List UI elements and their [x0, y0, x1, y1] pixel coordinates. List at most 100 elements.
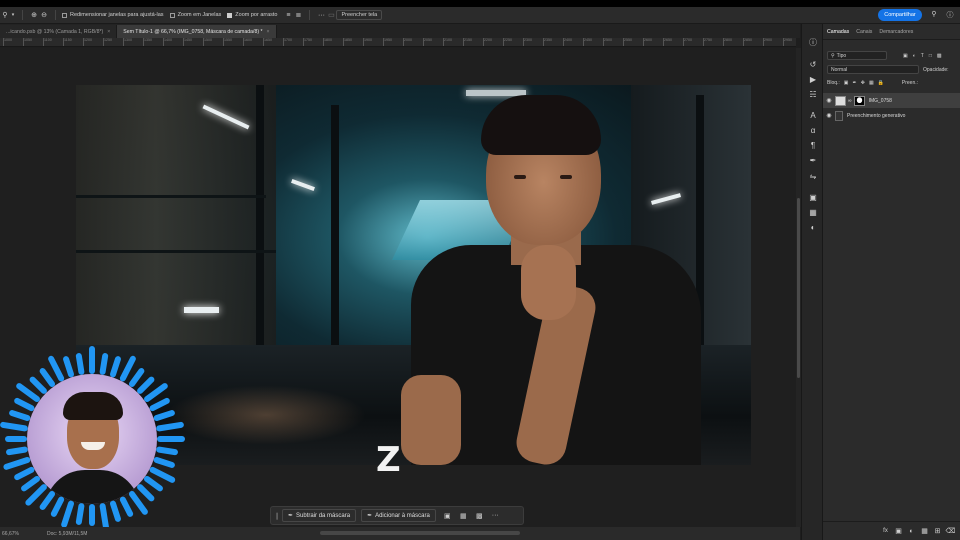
filter-shape-icon[interactable]: □ — [929, 53, 932, 59]
filter-adjust-icon[interactable]: ◐ — [913, 53, 916, 59]
filter-smart-icon[interactable]: ▩ — [937, 53, 942, 59]
chevron-down-icon[interactable]: ▾ — [10, 10, 16, 20]
document-tabs: ...icando.psb @ 13% (Camada 1, RGB/8*) ×… — [0, 24, 800, 38]
separator — [22, 10, 23, 20]
scrubby-zoom-checkbox[interactable]: Zoom por arrasto — [227, 12, 277, 18]
ruler-tick: 1600 — [243, 38, 252, 46]
tab-document-1[interactable]: ...icando.psb @ 13% (Camada 1, RGB/8*) × — [0, 25, 118, 38]
visibility-eye-icon[interactable]: ◉ — [823, 112, 835, 119]
brush-settings-icon[interactable]: ✒ — [807, 155, 819, 167]
libraries-icon[interactable]: ▣ — [807, 192, 819, 204]
art-column — [331, 105, 339, 365]
checkbox-box-checked[interactable] — [227, 12, 233, 18]
ruler-tick: 1650 — [263, 38, 272, 46]
mask-invert-icon[interactable]: ▣ — [441, 509, 454, 522]
ring-bar — [153, 457, 175, 468]
person-subject — [381, 85, 751, 465]
share-button[interactable]: Compartilhar — [878, 9, 922, 21]
image-icon[interactable]: ▦ — [807, 207, 819, 219]
visibility-eye-icon[interactable]: ◉ — [823, 97, 835, 104]
info-icon[interactable]: ⓘ — [807, 37, 819, 49]
ruler-tick: 1150 — [63, 38, 72, 46]
link-icon[interactable]: ∞ — [848, 98, 852, 104]
play-icon[interactable]: ▶ — [807, 74, 819, 86]
filter-type-icon[interactable]: T — [921, 53, 924, 59]
ruler-tick: 1700 — [283, 38, 292, 46]
lock-all-icon[interactable]: 🔒 — [878, 80, 884, 86]
mask-apply-icon[interactable]: ▩ — [473, 509, 486, 522]
zoom-level[interactable]: 66,67% — [2, 531, 19, 537]
ring-bar — [39, 368, 56, 387]
mask-feather-icon[interactable]: ▦ — [457, 509, 470, 522]
zoom-out-icon[interactable]: ⊖ — [39, 10, 49, 20]
close-icon[interactable]: × — [267, 29, 270, 35]
fill-screen-button[interactable]: Preencher tela — [336, 10, 383, 20]
lock-label: Bloq.: — [827, 80, 840, 86]
ring-bar — [149, 466, 176, 483]
lock-position-icon[interactable]: ✥ — [861, 80, 865, 86]
filter-type-select[interactable]: ⚲ Tipo — [827, 51, 887, 60]
layers-panel: Camadas Canais Demarcadores ⚲ Tipo ▣ ◐ T… — [823, 24, 960, 540]
ruler-tick: 2250 — [503, 38, 512, 46]
arrange-icon[interactable]: ▭ — [326, 10, 336, 20]
subtract-from-mask-button[interactable]: ✒ Subtrair da máscara — [282, 509, 357, 522]
more-icon[interactable]: ··· — [489, 509, 502, 522]
tab-paths[interactable]: Demarcadores — [879, 29, 913, 35]
zoom-all-windows-checkbox[interactable]: Zoom em Janelas — [169, 12, 222, 18]
tab-document-2[interactable]: Sem Título-1 @ 66,7% (IMG_0758, Máscara … — [117, 25, 277, 38]
align-icon[interactable]: ≡ — [283, 10, 293, 20]
ruler-tick: 1500 — [203, 38, 212, 46]
opacity-label: Opacidade: — [923, 66, 949, 73]
person-eye — [560, 175, 572, 179]
checkbox-box[interactable] — [169, 12, 175, 18]
tab-layers[interactable]: Camadas — [827, 29, 849, 35]
scrollbar-thumb[interactable] — [797, 198, 800, 378]
glyphs-icon[interactable]: α — [807, 125, 819, 137]
document-info[interactable]: Doc: 5,93M/11,5M — [47, 531, 87, 537]
history-icon[interactable]: ↺ — [807, 59, 819, 71]
horizontal-scrollbar-thumb[interactable] — [320, 531, 520, 535]
blend-mode-select[interactable]: Normal — [827, 65, 919, 74]
layer-mask-thumbnail[interactable] — [853, 95, 865, 106]
adjustment-layer-icon[interactable]: ◐ — [906, 528, 917, 535]
ruler-tick: 2350 — [543, 38, 552, 46]
tab-channels[interactable]: Canais — [856, 29, 872, 35]
resize-windows-checkbox[interactable]: Redimensionar janelas para ajustá-las — [62, 12, 164, 18]
person-hair — [481, 95, 601, 155]
adjust-icon[interactable]: ☵ — [807, 89, 819, 101]
layer-row-generative[interactable]: ◉ Preenchimento generativo — [823, 108, 960, 123]
trash-icon[interactable]: ⌫ — [945, 527, 956, 535]
ring-bar — [156, 446, 178, 456]
zoom-in-icon[interactable]: ⊕ — [29, 10, 39, 20]
group-folder-icon[interactable]: ▦ — [919, 527, 930, 535]
checkbox-box[interactable] — [62, 12, 67, 18]
contextual-task-bar: ❙ ✒ Subtrair da máscara ✒ Adicionar à má… — [270, 506, 524, 525]
filter-pixel-icon[interactable]: ▣ — [903, 53, 908, 59]
close-icon[interactable]: × — [107, 29, 110, 35]
paragraph-icon[interactable]: ¶ — [807, 140, 819, 152]
help-icon[interactable]: ⓘ — [945, 10, 955, 20]
more-options-icon[interactable]: ··· — [316, 10, 326, 20]
resize-windows-label: Redimensionar janelas para ajustá-las — [70, 12, 164, 18]
ruler-tick: 1400 — [163, 38, 172, 46]
fx-icon[interactable]: fx — [880, 528, 891, 534]
drag-handle-icon[interactable]: ❙ — [274, 509, 280, 522]
distribute-icon[interactable]: ≣ — [293, 10, 303, 20]
layer-row-img[interactable]: ◉ ∞ IMG_0758 — [823, 93, 960, 108]
add-to-mask-button[interactable]: ✒ Adicionar à máscara — [361, 509, 436, 522]
zoom-all-windows-label: Zoom em Janelas — [177, 12, 222, 18]
zoom-tool-icon[interactable]: ⚲ — [0, 10, 10, 20]
ruler-tick: 2850 — [743, 38, 752, 46]
person-eye — [514, 175, 526, 179]
lock-brush-icon[interactable]: ✒ — [853, 80, 857, 86]
add-mask-icon[interactable]: ▣ — [893, 527, 904, 535]
search-icon[interactable]: ⚲ — [929, 10, 939, 20]
color-icon[interactable]: ◐ — [807, 222, 819, 234]
new-layer-icon[interactable]: ⊞ — [932, 527, 943, 535]
lock-artboard-icon[interactable]: ▦ — [869, 80, 874, 86]
lock-pixels-icon[interactable]: ▣ — [844, 80, 849, 86]
ruler-tick: 1750 — [303, 38, 312, 46]
type-icon[interactable]: A — [807, 110, 819, 122]
overlay-letter: Z — [376, 440, 401, 480]
properties-icon[interactable]: ⇋ — [807, 171, 819, 183]
